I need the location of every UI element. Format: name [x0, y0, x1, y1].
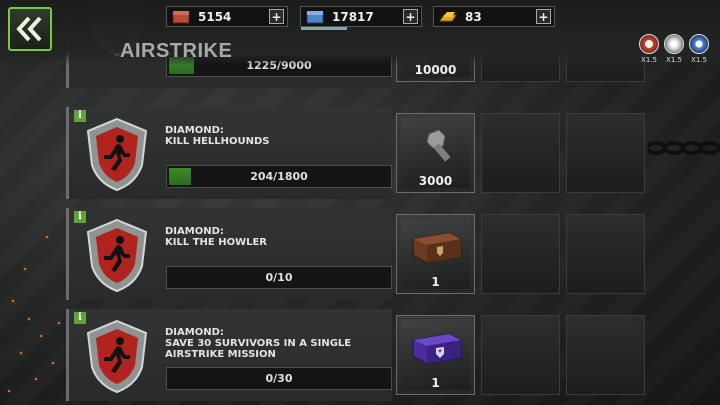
double-chevron-left-icon [16, 16, 42, 42]
empty-reward-slot [481, 214, 560, 294]
blue-crate-boost-icon [689, 34, 709, 54]
currency-value: 17817 [332, 9, 374, 24]
reward-slot[interactable]: 1 [396, 315, 475, 395]
reward-quantity: 1 [431, 376, 440, 390]
supply-crate-icon [170, 7, 192, 26]
mission-name: DIAMOND: KILL THE HOWLER [165, 226, 268, 248]
currency-value: 83 [465, 9, 482, 24]
boost-label: X1.5 [666, 56, 682, 64]
currency-crates: 5154 + [166, 6, 288, 27]
red-crate-boost-icon [639, 34, 659, 54]
reward-slot[interactable]: 3000 [396, 113, 475, 193]
currency-value: 5154 [198, 9, 232, 24]
reward-quantity: 1 [431, 275, 440, 289]
empty-reward-slot [481, 315, 560, 395]
currency-bar [301, 27, 347, 30]
shield-runner-badge-icon [86, 319, 148, 394]
mission-row: i DIAMOND: KILL THE HOWLER 0/10 1 [66, 208, 648, 300]
currency-gold: 83 + [433, 6, 555, 27]
gold-bars-icon [437, 7, 459, 26]
boost-item: X1.5 [663, 34, 685, 64]
bolt-icon [426, 129, 451, 162]
mission-row: i DIAMOND: KILL HELLHOUNDS 204/1800 3000 [66, 107, 648, 199]
mission-row: i DIAMOND: SAVE 30 SURVIVORS IN A SINGLE… [66, 309, 648, 401]
shield-runner-badge-icon [86, 218, 148, 293]
boost-item: X1.5 [688, 34, 710, 64]
mission-progress-bar: 204/1800 [166, 165, 392, 188]
mission-name: DIAMOND: KILL HELLHOUNDS [165, 125, 270, 147]
progress-text: 0/10 [265, 271, 293, 284]
page-title: AIRSTRIKE [120, 40, 233, 62]
mission-name: DIAMOND: SAVE 30 SURVIVORS IN A SINGLE A… [165, 327, 352, 360]
empty-reward-slot [566, 214, 645, 294]
purple-crate-icon [412, 333, 462, 365]
mission-panel: i DIAMOND: SAVE 30 SURVIVORS IN A SINGLE… [66, 309, 392, 401]
shield-runner-badge-icon [86, 117, 148, 192]
currency-bricks: 17817 + [300, 6, 422, 30]
progress-text: 204/1800 [250, 170, 308, 183]
boost-indicators: X1.5 X1.5 X1.5 [638, 34, 710, 64]
empty-reward-slot [566, 113, 645, 193]
white-orb-boost-icon [664, 34, 684, 54]
mission-progress-bar: 0/10 [166, 266, 392, 289]
progress-text: 0/30 [265, 372, 293, 385]
reward-slot[interactable]: 1 [396, 214, 475, 294]
add-currency-button[interactable]: + [536, 9, 551, 24]
boost-label: X1.5 [641, 56, 657, 64]
brown-crate-icon [412, 232, 462, 264]
empty-reward-slot [566, 315, 645, 395]
boost-item: X1.5 [638, 34, 660, 64]
mission-panel: i DIAMOND: KILL THE HOWLER 0/10 [66, 208, 392, 300]
reward-quantity: 3000 [418, 174, 453, 188]
mission-panel: i DIAMOND: KILL HELLHOUNDS 204/1800 [66, 107, 392, 199]
boost-label: X1.5 [691, 56, 707, 64]
add-currency-button[interactable]: + [403, 9, 418, 24]
blue-bricks-icon [304, 7, 326, 26]
back-button[interactable] [8, 7, 52, 51]
mission-progress-bar: 0/30 [166, 367, 392, 390]
empty-reward-slot [481, 113, 560, 193]
add-currency-button[interactable]: + [269, 9, 284, 24]
